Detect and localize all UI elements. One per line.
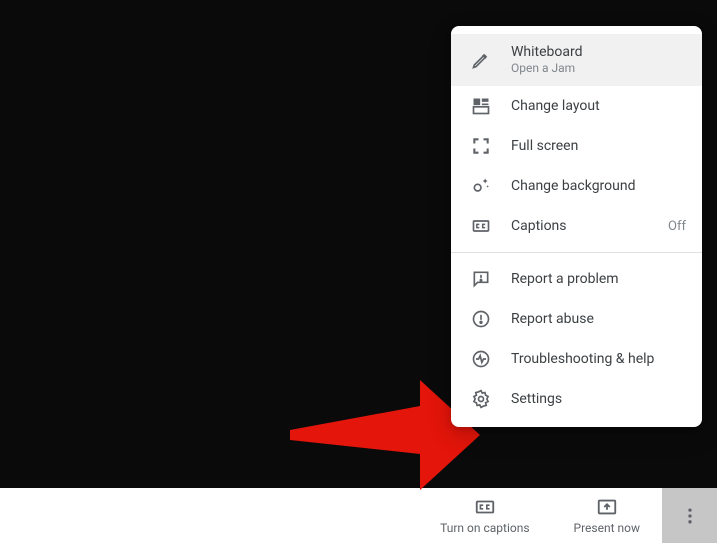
layout-icon (471, 96, 491, 116)
menu-item-change-background[interactable]: Change background (451, 166, 702, 206)
menu-item-settings[interactable]: Settings (451, 379, 702, 419)
alert-icon (471, 309, 491, 329)
menu-item-label: Troubleshooting & help (511, 350, 686, 368)
captions-status-badge: Off (668, 219, 686, 234)
menu-item-sublabel: Open a Jam (511, 61, 686, 77)
menu-item-full-screen[interactable]: Full screen (451, 126, 702, 166)
feedback-icon (471, 269, 491, 289)
menu-item-troubleshooting[interactable]: Troubleshooting & help (451, 339, 702, 379)
present-button-label: Present now (574, 521, 640, 535)
menu-divider (451, 252, 702, 253)
menu-item-label: Change layout (511, 97, 686, 115)
menu-item-label: Captions (511, 217, 648, 235)
menu-item-label: Report a problem (511, 270, 686, 288)
bottom-toolbar: Turn on captions Present now (0, 488, 717, 543)
more-vert-icon (680, 506, 700, 526)
turn-on-captions-button[interactable]: Turn on captions (418, 488, 551, 543)
menu-item-label: Change background (511, 177, 686, 195)
pencil-icon (471, 50, 491, 70)
menu-item-change-layout[interactable]: Change layout (451, 86, 702, 126)
captions-icon (471, 216, 491, 236)
more-options-button[interactable] (662, 488, 717, 543)
menu-item-label: Report abuse (511, 310, 686, 328)
menu-item-label: Full screen (511, 137, 686, 155)
captions-icon (474, 496, 496, 518)
menu-item-captions[interactable]: Captions Off (451, 206, 702, 246)
gear-icon (471, 389, 491, 409)
captions-button-label: Turn on captions (440, 521, 529, 535)
menu-item-label-group: Whiteboard Open a Jam (511, 43, 686, 77)
menu-item-report-abuse[interactable]: Report abuse (451, 299, 702, 339)
menu-item-report-problem[interactable]: Report a problem (451, 259, 702, 299)
present-icon (596, 496, 618, 518)
activity-icon (471, 349, 491, 369)
menu-item-label: Whiteboard (511, 43, 686, 61)
sparkle-icon (471, 176, 491, 196)
present-now-button[interactable]: Present now (552, 488, 662, 543)
more-options-menu: Whiteboard Open a Jam Change layout Full… (451, 26, 702, 427)
fullscreen-icon (471, 136, 491, 156)
menu-item-label: Settings (511, 390, 686, 408)
menu-item-whiteboard[interactable]: Whiteboard Open a Jam (451, 34, 702, 86)
